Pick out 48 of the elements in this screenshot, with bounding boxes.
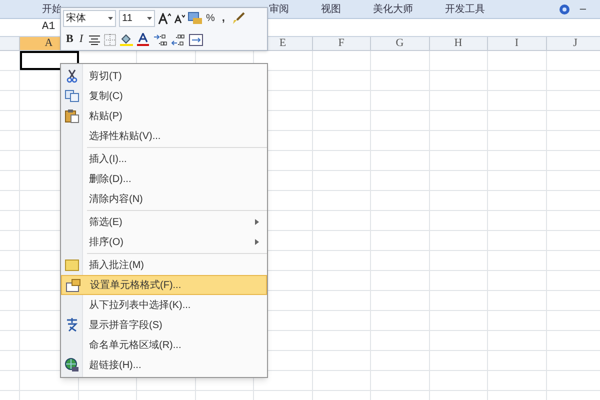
name-box[interactable]: A1 (42, 19, 56, 36)
font-size-field[interactable]: 11 (119, 10, 155, 27)
grow-font-icon[interactable] (158, 12, 171, 24)
center-align-icon[interactable] (89, 34, 100, 44)
shrink-font-icon[interactable] (174, 14, 185, 24)
menu-item[interactable]: 选择性粘贴(V)... (61, 126, 267, 146)
menu-item[interactable]: 删除(D)... (61, 169, 267, 189)
clipboard-icon (65, 109, 79, 123)
globe-icon (65, 358, 79, 372)
menu-item[interactable]: 命名单元格区域(R)... (61, 335, 267, 355)
font-color-icon[interactable] (137, 33, 150, 46)
italic-button[interactable]: I (77, 31, 86, 48)
menu-item[interactable]: 显示拼音字段(S) (61, 315, 267, 335)
font-field[interactable]: 宋体 (63, 10, 116, 27)
ribbon-tab[interactable]: 视图 (319, 2, 343, 16)
minimize-button[interactable]: – (580, 0, 586, 18)
comma-style[interactable]: , (218, 10, 229, 27)
ribbon-tab[interactable]: 开发工具 (443, 2, 487, 16)
percent-style[interactable]: % (206, 11, 215, 26)
merge-cells-icon[interactable] (189, 34, 204, 46)
menu-item[interactable]: 插入(I)... (61, 149, 267, 169)
copy-icon (65, 90, 79, 102)
menu-item[interactable]: 复制(C) (61, 86, 267, 106)
fill-color-icon[interactable] (120, 33, 134, 46)
column-header[interactable]: H (430, 37, 488, 50)
menu-item[interactable]: 从下拉列表中选择(K)... (61, 295, 267, 315)
column-header[interactable]: F (312, 37, 371, 50)
menu-item[interactable]: 超链接(H)... (61, 355, 267, 375)
scissors-icon (66, 69, 78, 83)
increase-decimal-icon[interactable] (153, 34, 168, 46)
menu-item[interactable]: 筛选(E) (61, 212, 267, 232)
brush-icon[interactable] (232, 12, 245, 25)
help-icon[interactable] (558, 4, 570, 14)
phonetic-icon (65, 318, 79, 332)
cell-styles-icon[interactable] (188, 12, 203, 25)
folder-icon (65, 259, 79, 271)
ribbon-tab[interactable]: 审阅 (267, 2, 291, 16)
ribbon-tab[interactable]: 美化大师 (371, 2, 415, 16)
menu-item[interactable]: 排序(O) (61, 232, 267, 252)
menu-item[interactable]: 设置单元格格式(F)... (61, 275, 267, 295)
menu-item[interactable]: 插入批注(M) (61, 255, 267, 275)
decrease-decimal-icon[interactable] (171, 34, 186, 46)
submenu-arrow-icon (255, 239, 259, 245)
menu-item[interactable]: 清除内容(N) (61, 189, 267, 209)
menu-item[interactable]: 粘贴(P) (61, 106, 267, 126)
format-cells-icon (66, 278, 80, 292)
menu-item[interactable]: 剪切(T) (61, 66, 267, 86)
submenu-arrow-icon (255, 219, 259, 225)
